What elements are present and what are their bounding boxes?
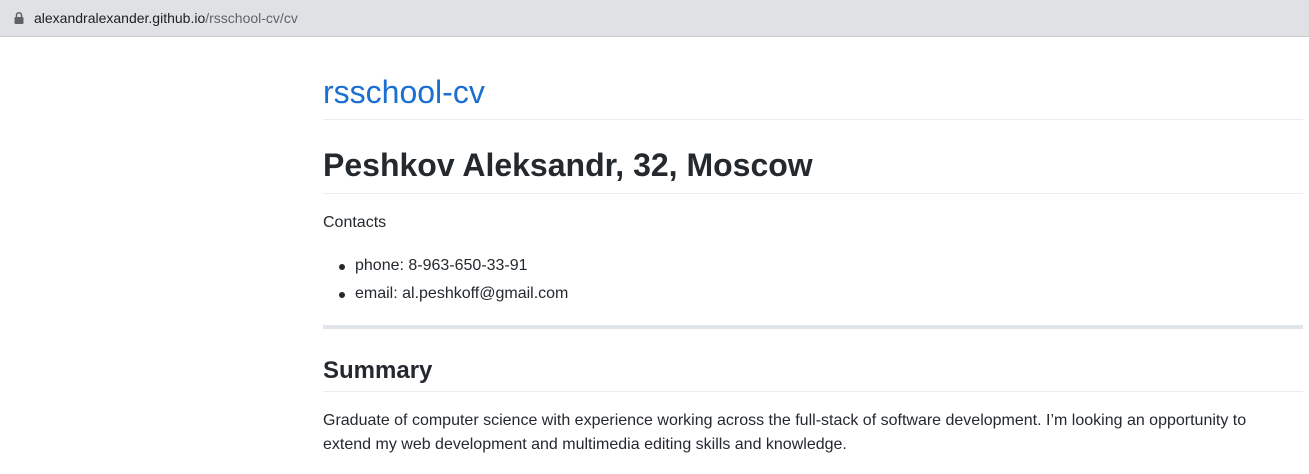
site-title-link[interactable]: rsschool-cv bbox=[323, 73, 485, 111]
heading-divider bbox=[323, 193, 1303, 194]
section-divider bbox=[323, 325, 1303, 329]
contacts-label: Contacts bbox=[323, 214, 387, 231]
contact-phone: phone: 8-963-650-33-91 bbox=[355, 257, 528, 274]
cv-heading: Peshkov Aleksandr, 32, Moscow bbox=[323, 147, 813, 183]
url-path: /rsschool-cv/cv bbox=[205, 10, 298, 26]
list-item-email: email: al.peshkoff@gmail.com bbox=[323, 280, 568, 308]
url-text[interactable]: alexandralexander.github.io/rsschool-cv/… bbox=[34, 10, 298, 27]
lock-icon[interactable] bbox=[12, 11, 26, 25]
summary-divider bbox=[323, 391, 1303, 392]
summary-heading: Summary bbox=[323, 357, 433, 384]
bullet-icon bbox=[339, 264, 345, 270]
browser-address-bar: alexandralexander.github.io/rsschool-cv/… bbox=[0, 0, 1309, 37]
contacts-list: phone: 8-963-650-33-91 email: al.peshkof… bbox=[323, 252, 568, 308]
contact-email: email: al.peshkoff@gmail.com bbox=[355, 285, 569, 302]
url-host: alexandralexander.github.io bbox=[34, 10, 206, 26]
list-item-phone: phone: 8-963-650-33-91 bbox=[323, 252, 568, 280]
header-divider bbox=[323, 119, 1303, 120]
summary-text: Graduate of computer science with experi… bbox=[323, 412, 1247, 453]
bullet-icon bbox=[339, 292, 345, 298]
